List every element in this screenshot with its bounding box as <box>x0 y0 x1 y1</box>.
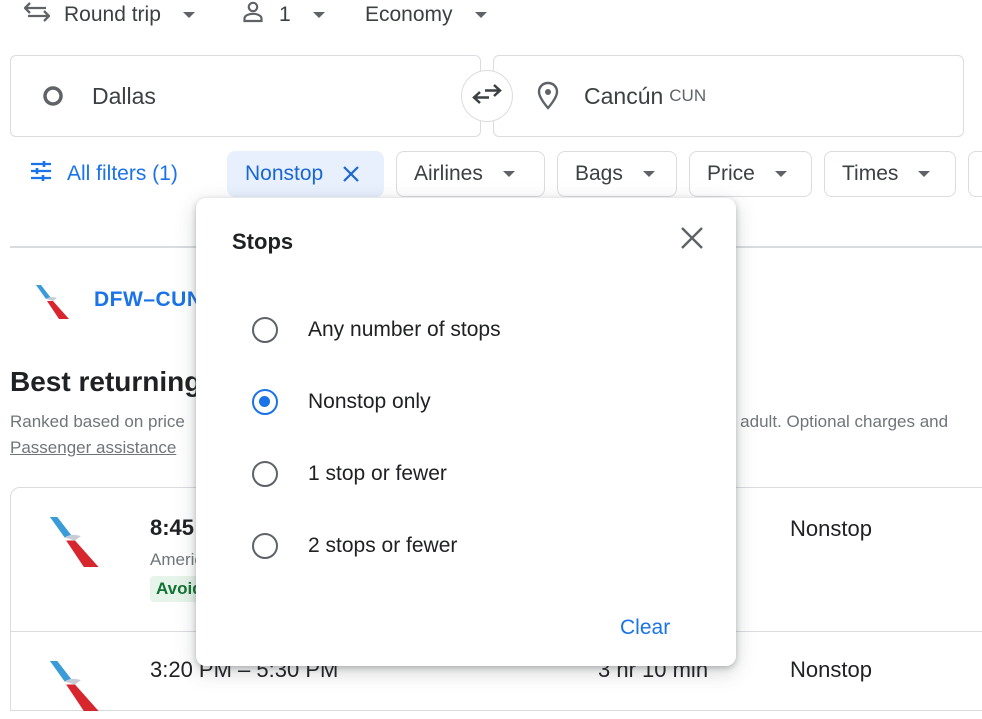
radio-button[interactable] <box>252 533 278 559</box>
destination-code: CUN <box>669 86 707 105</box>
ranking-info-left: Ranked based on price <box>10 412 185 431</box>
swap-horizontal-icon <box>23 1 51 29</box>
filter-chip-price[interactable]: Price <box>689 151 812 197</box>
american-airlines-logo <box>47 514 103 575</box>
origin-input[interactable]: Dallas <box>10 55 481 137</box>
stops-count: Nonstop <box>790 657 872 682</box>
swap-locations-button[interactable] <box>461 70 513 122</box>
option-label: Any number of stops <box>308 318 501 341</box>
option-label: Nonstop only <box>308 390 431 413</box>
all-filters-label: All filters (1) <box>67 162 178 185</box>
close-icon <box>681 226 703 254</box>
origin-value: Dallas <box>92 82 156 109</box>
cabin-class-select[interactable]: Economy <box>365 0 487 30</box>
chevron-down-icon <box>918 171 931 177</box>
filter-chip-bags[interactable]: Bags <box>557 151 677 197</box>
radio-button[interactable] <box>252 461 278 487</box>
stops-count: Nonstop <box>790 516 872 541</box>
close-icon[interactable] <box>343 166 359 182</box>
option-label: 2 stops or fewer <box>308 534 458 557</box>
location-pin-icon <box>536 81 560 111</box>
passengers-select[interactable]: 1 <box>241 0 325 30</box>
filter-chip-more[interactable] <box>968 151 982 197</box>
person-icon <box>241 0 265 30</box>
circle-icon <box>42 85 64 107</box>
destination-input[interactable]: Cancún CUN <box>493 55 964 137</box>
ranking-info-right: 1 adult. Optional charges and <box>726 412 949 431</box>
radio-button-selected[interactable] <box>252 389 278 415</box>
close-popup-button[interactable] <box>676 224 708 256</box>
filter-chip-airlines[interactable]: Airlines <box>396 151 545 197</box>
all-filters-button[interactable]: All filters (1) <box>30 151 178 197</box>
chip-label: Times <box>842 162 899 185</box>
stops-option-one-stop[interactable]: 1 stop or fewer <box>252 454 447 494</box>
tune-icon <box>30 160 52 188</box>
chevron-down-icon <box>474 12 487 18</box>
american-airlines-logo <box>34 283 72 326</box>
chip-label: Airlines <box>414 162 483 185</box>
filter-chip-times[interactable]: Times <box>824 151 956 197</box>
filter-chip-nonstop[interactable]: Nonstop <box>227 151 384 197</box>
chevron-down-icon <box>642 171 655 177</box>
chevron-down-icon <box>774 171 787 177</box>
clear-button[interactable]: Clear <box>620 616 670 640</box>
american-airlines-logo <box>47 658 103 719</box>
selected-route[interactable]: DFW–CUN <box>94 288 203 312</box>
popup-title: Stops <box>232 229 294 254</box>
radio-button[interactable] <box>252 317 278 343</box>
trip-type-select[interactable]: Round trip <box>23 0 195 30</box>
trip-type-label: Round trip <box>64 3 161 26</box>
stops-popup: Stops Any number of stops Nonstop only 1… <box>196 198 736 666</box>
flight-times: 8:45 <box>150 515 195 540</box>
destination-value: Cancún <box>584 82 664 109</box>
stops-option-nonstop[interactable]: Nonstop only <box>252 382 431 422</box>
passengers-label: 1 <box>279 3 291 26</box>
passenger-assistance-link[interactable]: Passenger assistance <box>10 438 176 458</box>
stops-option-any[interactable]: Any number of stops <box>252 310 501 350</box>
chip-label: Price <box>707 162 755 185</box>
swap-arrows-icon <box>472 83 502 110</box>
chevron-down-icon <box>312 12 325 18</box>
stops-option-two-stops[interactable]: 2 stops or fewer <box>252 526 457 566</box>
option-label: 1 stop or fewer <box>308 462 447 485</box>
chevron-down-icon <box>182 12 195 18</box>
chip-label: Bags <box>575 162 623 185</box>
chevron-down-icon <box>502 171 515 177</box>
cabin-class-label: Economy <box>365 3 453 26</box>
chip-label: Nonstop <box>245 162 324 185</box>
